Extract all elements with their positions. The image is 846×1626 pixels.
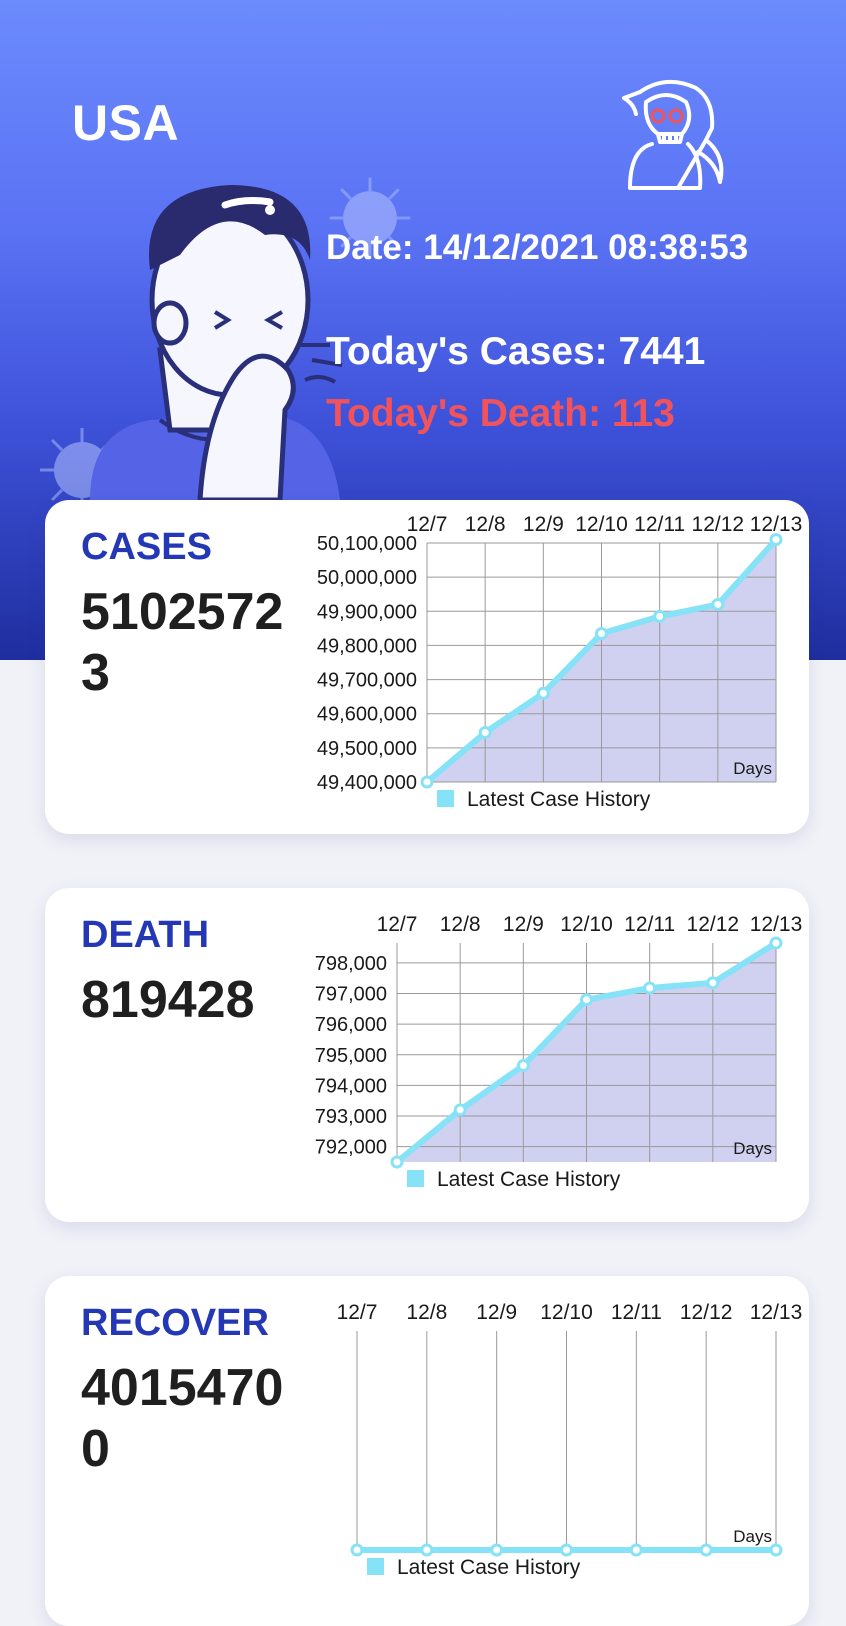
data-point [595, 626, 608, 640]
x-tick-label: 12/13 [750, 913, 803, 936]
data-point [420, 1543, 434, 1557]
data-point [453, 1103, 467, 1117]
x-axis-label: Days [733, 1527, 772, 1546]
data-point [536, 686, 550, 700]
x-tick-label: 12/11 [624, 913, 675, 936]
legend-label: Latest Case History [467, 788, 651, 811]
x-tick-label: 12/7 [377, 913, 418, 936]
recover-card: RECOVER 40154700 12/7 12/8 12/9 12/10 12/11 1… [45, 1276, 809, 1626]
y-tick-label: 50,100,000 [317, 533, 417, 555]
data-point [629, 1543, 643, 1557]
x-axis-label: Days [733, 759, 772, 778]
x-tick-label: 12/9 [523, 513, 564, 536]
x-tick-label: 12/12 [692, 513, 745, 536]
data-point [769, 533, 783, 547]
y-tick-label: 49,500,000 [317, 738, 417, 760]
legend-swatch [437, 790, 454, 807]
legend-swatch [407, 1170, 424, 1187]
x-tick-label: 12/8 [465, 513, 506, 536]
x-tick-label: 12/11 [634, 513, 685, 536]
y-tick-label: 49,700,000 [317, 670, 417, 692]
y-tick-label: 792,000 [315, 1137, 387, 1159]
data-point [560, 1543, 573, 1557]
date-label: Date: 14/12/2021 08:38:53 [326, 228, 749, 267]
grim-reaper-icon [622, 80, 724, 190]
data-point [390, 1155, 404, 1169]
legend-swatch [367, 1558, 384, 1575]
todays-cases-label: Today's Cases: 7441 [326, 330, 706, 373]
cases-card: CASES 51025723 12/7 12/8 12/9 12/10 12/11 12/… [45, 500, 809, 834]
data-point [706, 976, 720, 990]
y-tick-label: 49,600,000 [317, 704, 417, 726]
x-tick-label: 12/10 [560, 913, 613, 936]
death-chart: 12/7 12/8 12/9 12/10 12/11 12/12 12/13 798,000 7… [315, 913, 803, 1191]
data-point [580, 993, 593, 1007]
x-tick-label: 12/12 [680, 1301, 733, 1324]
y-tick-label: 798,000 [315, 953, 387, 975]
data-point [350, 1543, 364, 1557]
recover-chart: 12/7 12/8 12/9 12/10 12/11 12/12 12/13 Days Late… [337, 1301, 803, 1579]
data-point [478, 725, 492, 739]
x-tick-label: 12/12 [687, 913, 740, 936]
data-point [711, 597, 725, 611]
x-tick-label: 12/13 [750, 513, 803, 536]
country-title: USA [72, 95, 180, 151]
y-tick-label: 49,400,000 [317, 772, 417, 794]
x-tick-label: 12/10 [575, 513, 628, 536]
data-point [653, 609, 667, 623]
y-tick-label: 795,000 [315, 1045, 387, 1067]
data-point [490, 1543, 504, 1557]
sneezing-person-illustration [90, 185, 343, 500]
y-tick-label: 793,000 [315, 1106, 387, 1128]
x-tick-label: 12/13 [750, 1301, 803, 1324]
x-axis-label: Days [733, 1139, 772, 1158]
legend-label: Latest Case History [437, 1168, 621, 1191]
x-tick-label: 12/7 [337, 1301, 378, 1324]
y-tick-label: 797,000 [315, 984, 387, 1006]
data-point [643, 981, 657, 995]
death-card: DEATH 819428 12/7 12/8 12/9 12/10 12/11 12/12… [45, 888, 809, 1222]
data-point [420, 775, 434, 789]
cases-chart: 12/7 12/8 12/9 12/10 12/11 12/12 12/1350,100,0… [317, 513, 803, 811]
x-tick-label: 12/10 [540, 1301, 593, 1324]
y-tick-label: 796,000 [315, 1014, 387, 1036]
x-tick-label: 12/9 [476, 1301, 517, 1324]
data-point [769, 1543, 783, 1557]
x-tick-label: 12/9 [503, 913, 544, 936]
y-tick-label: 49,900,000 [317, 601, 417, 623]
todays-death-label: Today's Death: 113 [326, 392, 675, 435]
y-tick-label: 49,800,000 [317, 635, 417, 657]
data-point [769, 936, 783, 950]
y-tick-label: 50,000,000 [317, 567, 417, 589]
data-point [699, 1543, 713, 1557]
y-tick-label: 794,000 [315, 1075, 387, 1097]
x-tick-label: 12/11 [611, 1301, 662, 1324]
legend-label: Latest Case History [397, 1556, 581, 1579]
data-point [516, 1059, 530, 1073]
x-tick-label: 12/8 [440, 913, 481, 936]
x-tick-label: 12/8 [406, 1301, 447, 1324]
